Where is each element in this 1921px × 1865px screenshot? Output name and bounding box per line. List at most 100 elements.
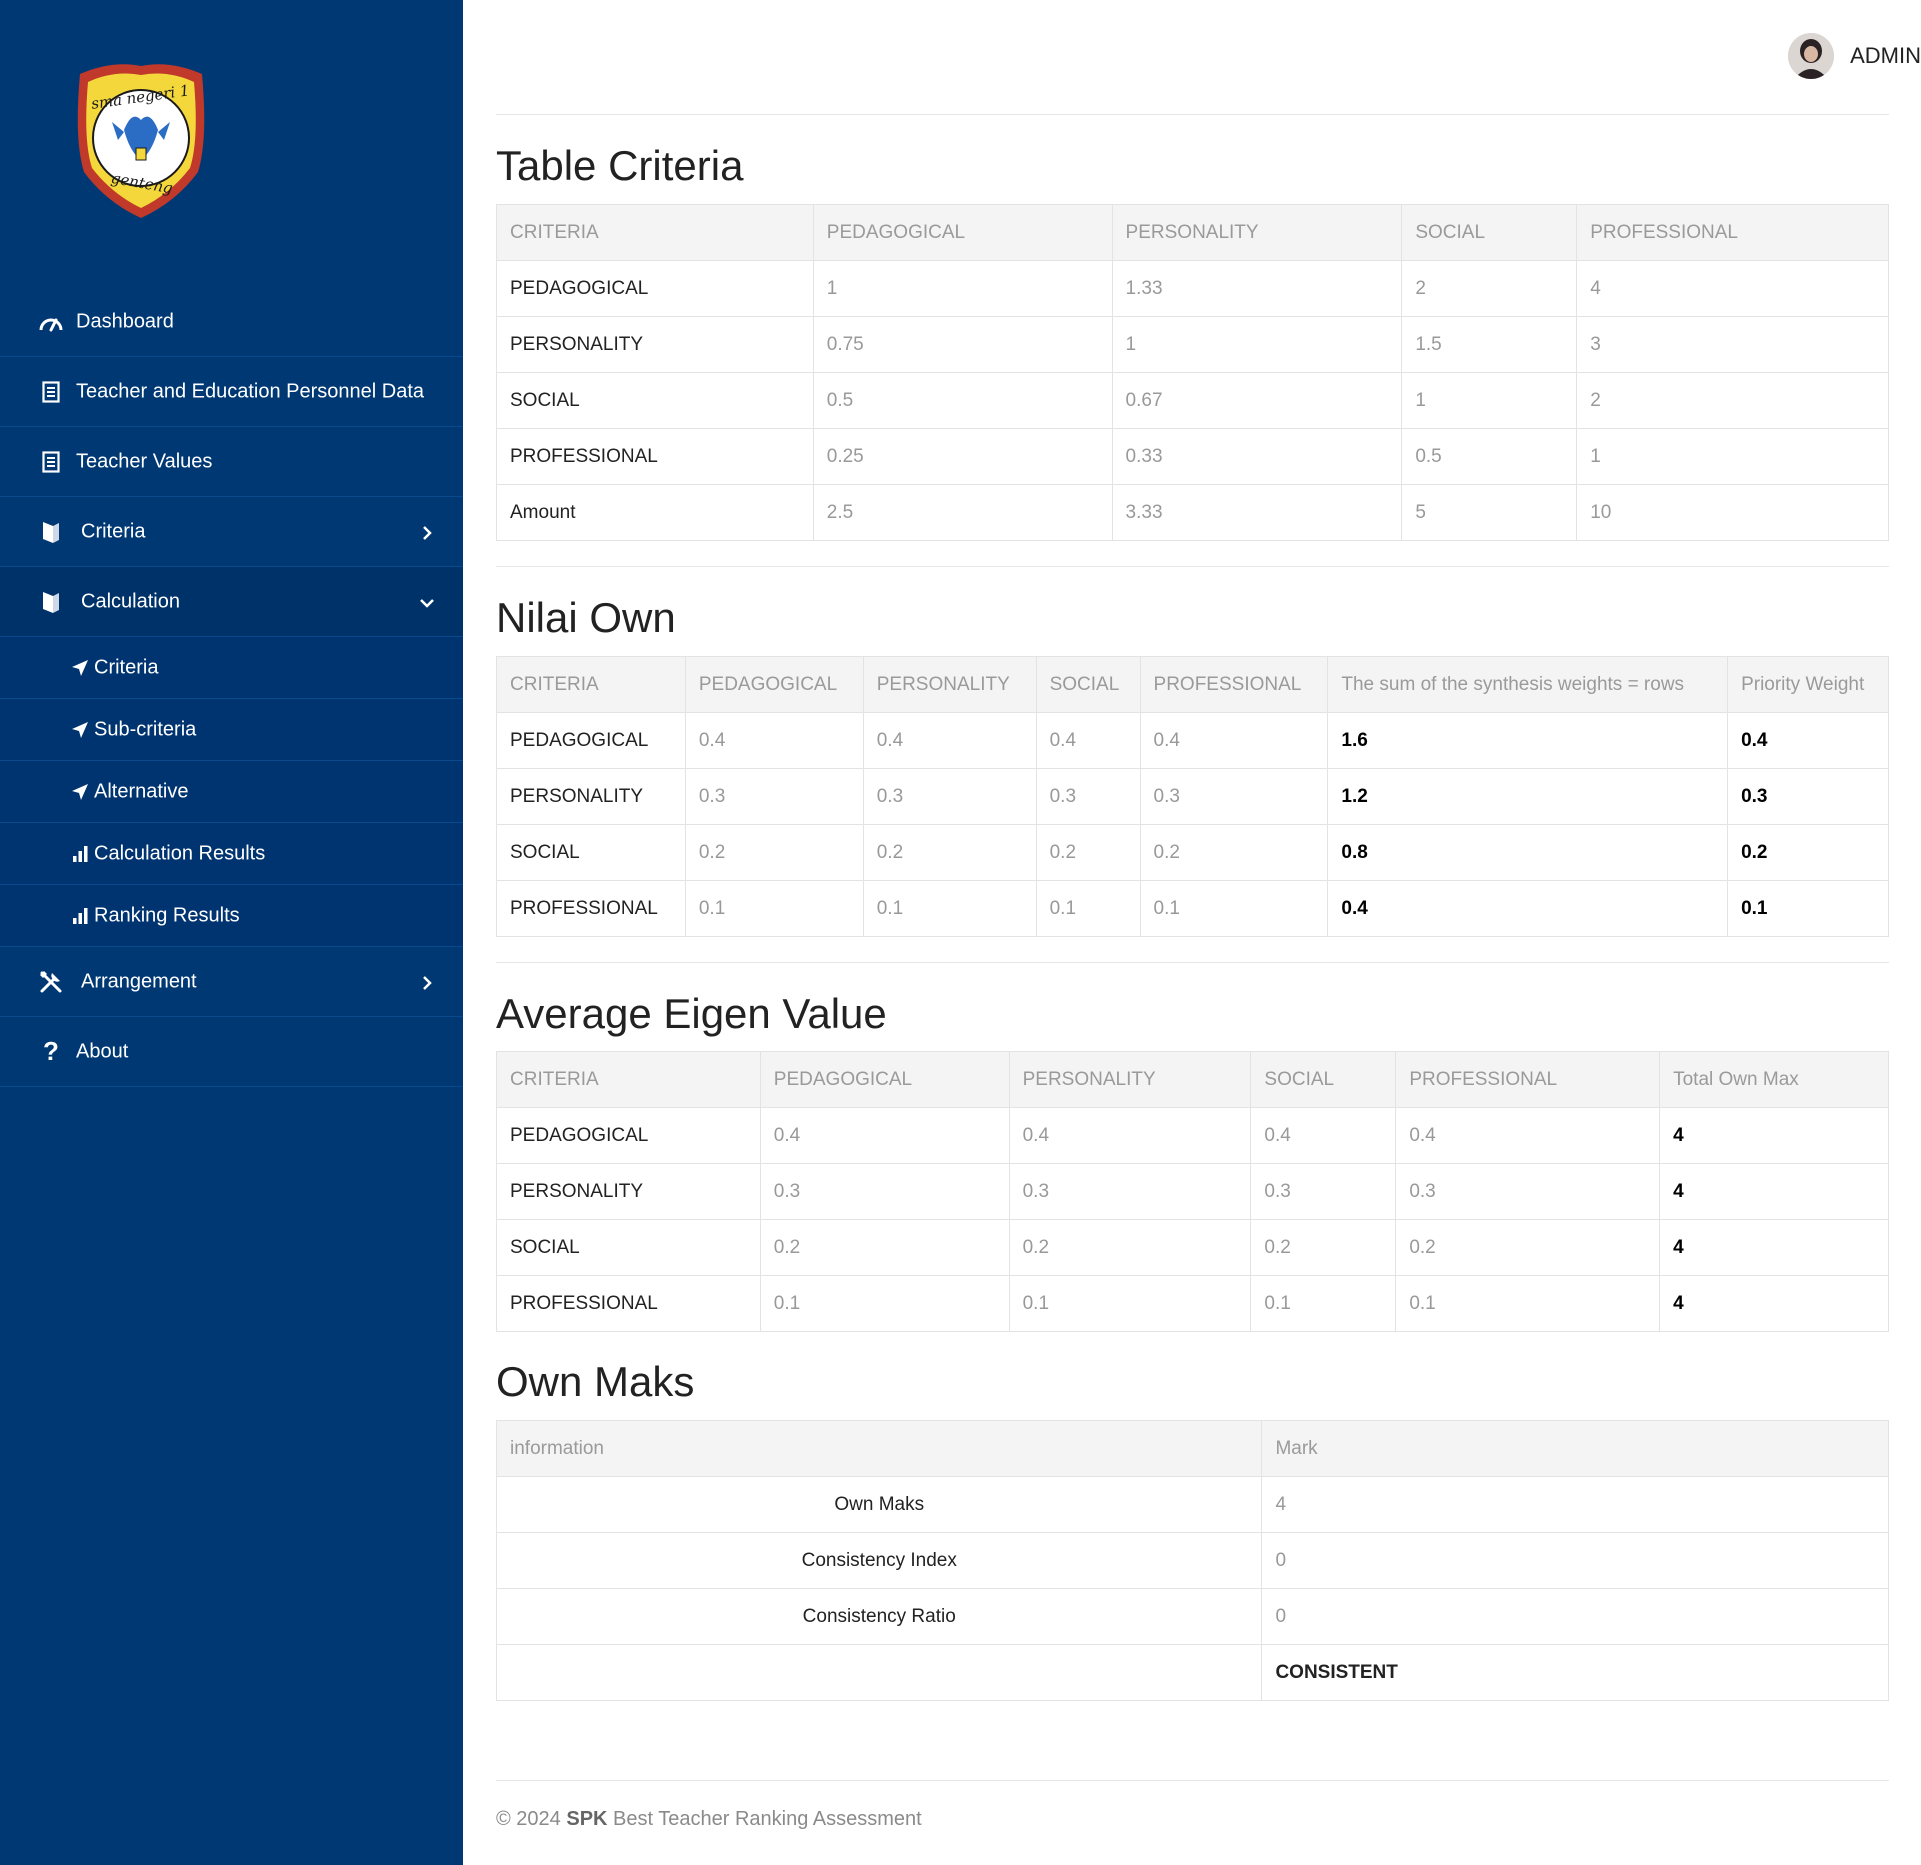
total-own-max-cell: 4 <box>1659 1163 1889 1220</box>
table-cell: 0.4 <box>1008 1107 1252 1164</box>
table-row: SOCIAL 0.2 0.2 0.2 0.2 4 <box>496 1219 1889 1276</box>
footer-text: Best Teacher Ranking Assessment <box>613 1808 922 1830</box>
sidebar-item-teacher-values[interactable]: Teacher Values <box>0 427 463 497</box>
table-cell: 0.3 <box>1008 1163 1252 1220</box>
info-label <box>495 1644 1263 1701</box>
table-cell: 0.4 <box>759 1107 1010 1164</box>
table-cell: 0.3 <box>862 768 1037 825</box>
row-label: PEDAGOGICAL <box>496 712 686 769</box>
submenu-item-criteria[interactable]: Criteria <box>0 637 463 699</box>
table-cell: 0.4 <box>684 712 864 769</box>
sidebar-item-arrangement[interactable]: Arrangement <box>0 947 463 1017</box>
table-row: Consistency Ratio 0 <box>495 1588 1889 1645</box>
table-cell: 0.2 <box>1250 1219 1397 1276</box>
footer-brand: SPK <box>566 1808 608 1830</box>
table-cell: 0.1 <box>1395 1275 1661 1332</box>
table-cell: 2 <box>1576 372 1889 429</box>
table-row: Amount 2.5 3.33 5 10 <box>496 484 1889 541</box>
table-cell: 0.2 <box>1035 824 1141 881</box>
column-header: PERSONALITY <box>1008 1051 1252 1108</box>
row-label: PERSONALITY <box>496 768 686 825</box>
priority-weight-cell: 0.4 <box>1727 712 1889 769</box>
column-header: PERSONALITY <box>1111 204 1403 261</box>
table-cell: 0.3 <box>1395 1163 1661 1220</box>
column-header: PROFESSIONAL <box>1576 204 1889 261</box>
priority-weight-cell: 0.1 <box>1727 880 1889 937</box>
sidebar-item-label: Arrangement <box>81 970 197 992</box>
sidebar-item-criteria[interactable]: Criteria <box>0 497 463 567</box>
column-header: CRITERIA <box>496 1051 761 1108</box>
submenu-item-alternative[interactable]: Alternative <box>0 761 463 823</box>
table-cell: 1 <box>1401 372 1578 429</box>
table-cell: 0.1 <box>1008 1275 1252 1332</box>
send-icon <box>70 658 90 678</box>
table-cell: 0.5 <box>1401 428 1578 485</box>
submenu-item-ranking-results[interactable]: Ranking Results <box>0 885 463 947</box>
tools-icon <box>38 969 64 995</box>
table-cell: 0.2 <box>684 824 864 881</box>
column-header: Total Own Max <box>1659 1051 1889 1108</box>
sidebar-menu: Dashboard Teacher and Education Personne… <box>0 287 463 1087</box>
table-row: SOCIAL 0.2 0.2 0.2 0.2 0.8 0.2 <box>496 824 1889 881</box>
table-cell: 0.1 <box>1035 880 1141 937</box>
sidebar: sma negeri 1 genteng Dashboard Teacher a… <box>0 0 463 1865</box>
column-header: PEDAGOGICAL <box>684 656 864 713</box>
table-cell: 0.3 <box>684 768 864 825</box>
table-cell: 0.3 <box>759 1163 1010 1220</box>
document-icon <box>38 449 64 475</box>
submenu-item-label: Criteria <box>94 656 159 678</box>
table-cell: 1.33 <box>1111 260 1403 317</box>
info-label: Consistency Index <box>495 1532 1263 1589</box>
send-icon <box>70 782 90 802</box>
submenu-item-sub-criteria[interactable]: Sub-criteria <box>0 699 463 761</box>
table-own-maks: information Mark Own Maks 4 Consistency … <box>495 1420 1889 1701</box>
chevron-right-icon <box>419 974 435 990</box>
mark-value: 4 <box>1261 1476 1889 1533</box>
school-logo[interactable]: sma negeri 1 genteng <box>72 60 210 220</box>
column-header: Priority Weight <box>1727 656 1889 713</box>
table-cell: 0.4 <box>1035 712 1141 769</box>
sidebar-item-about[interactable]: ? About <box>0 1017 463 1087</box>
section-divider <box>496 962 1889 963</box>
submenu-item-label: Sub-criteria <box>94 718 197 740</box>
sidebar-item-dashboard[interactable]: Dashboard <box>0 287 463 357</box>
sidebar-item-calculation[interactable]: Calculation <box>0 567 463 637</box>
table-cell: 0.1 <box>759 1275 1010 1332</box>
footer: © 2024 SPK Best Teacher Ranking Assessme… <box>496 1808 922 1831</box>
bar-chart-icon <box>70 906 90 926</box>
row-label: SOCIAL <box>496 372 814 429</box>
column-header: CRITERIA <box>496 204 814 261</box>
info-label: Own Maks <box>495 1476 1263 1533</box>
sidebar-item-label: Calculation <box>81 590 180 612</box>
chevron-right-icon <box>419 524 435 540</box>
table-cell: 0.1 <box>684 880 864 937</box>
submenu-item-calculation-results[interactable]: Calculation Results <box>0 823 463 885</box>
user-menu[interactable]: ADMIN <box>1788 33 1921 79</box>
table-criteria: CRITERIA PEDAGOGICAL PERSONALITY SOCIAL … <box>496 204 1889 541</box>
sidebar-item-label: Teacher Values <box>76 450 213 472</box>
sidebar-item-label: About <box>76 1040 129 1062</box>
avatar <box>1788 33 1835 79</box>
gauge-icon <box>38 309 64 335</box>
column-header: Mark <box>1261 1420 1889 1477</box>
document-icon <box>38 379 64 405</box>
top-bar: ADMIN <box>496 0 1921 115</box>
sidebar-item-label: Dashboard <box>76 310 174 332</box>
chevron-down-icon <box>419 594 435 610</box>
mark-value: 0 <box>1261 1588 1889 1645</box>
column-header: SOCIAL <box>1250 1051 1397 1108</box>
column-header: PERSONALITY <box>862 656 1037 713</box>
table-row: CONSISTENT <box>495 1644 1889 1701</box>
book-icon <box>38 519 64 545</box>
column-header: SOCIAL <box>1401 204 1578 261</box>
table-cell: 0.2 <box>1395 1219 1661 1276</box>
send-icon <box>70 720 90 740</box>
sidebar-item-teacher-data[interactable]: Teacher and Education Personnel Data <box>0 357 463 427</box>
row-label: PEDAGOGICAL <box>496 1107 761 1164</box>
table-cell: 0.5 <box>812 372 1113 429</box>
submenu-item-label: Alternative <box>94 780 189 802</box>
table-cell: 0.67 <box>1111 372 1403 429</box>
column-header: PEDAGOGICAL <box>812 204 1113 261</box>
sidebar-item-label: Teacher and Education Personnel Data <box>76 380 425 402</box>
table-row: Consistency Index 0 <box>495 1532 1889 1589</box>
